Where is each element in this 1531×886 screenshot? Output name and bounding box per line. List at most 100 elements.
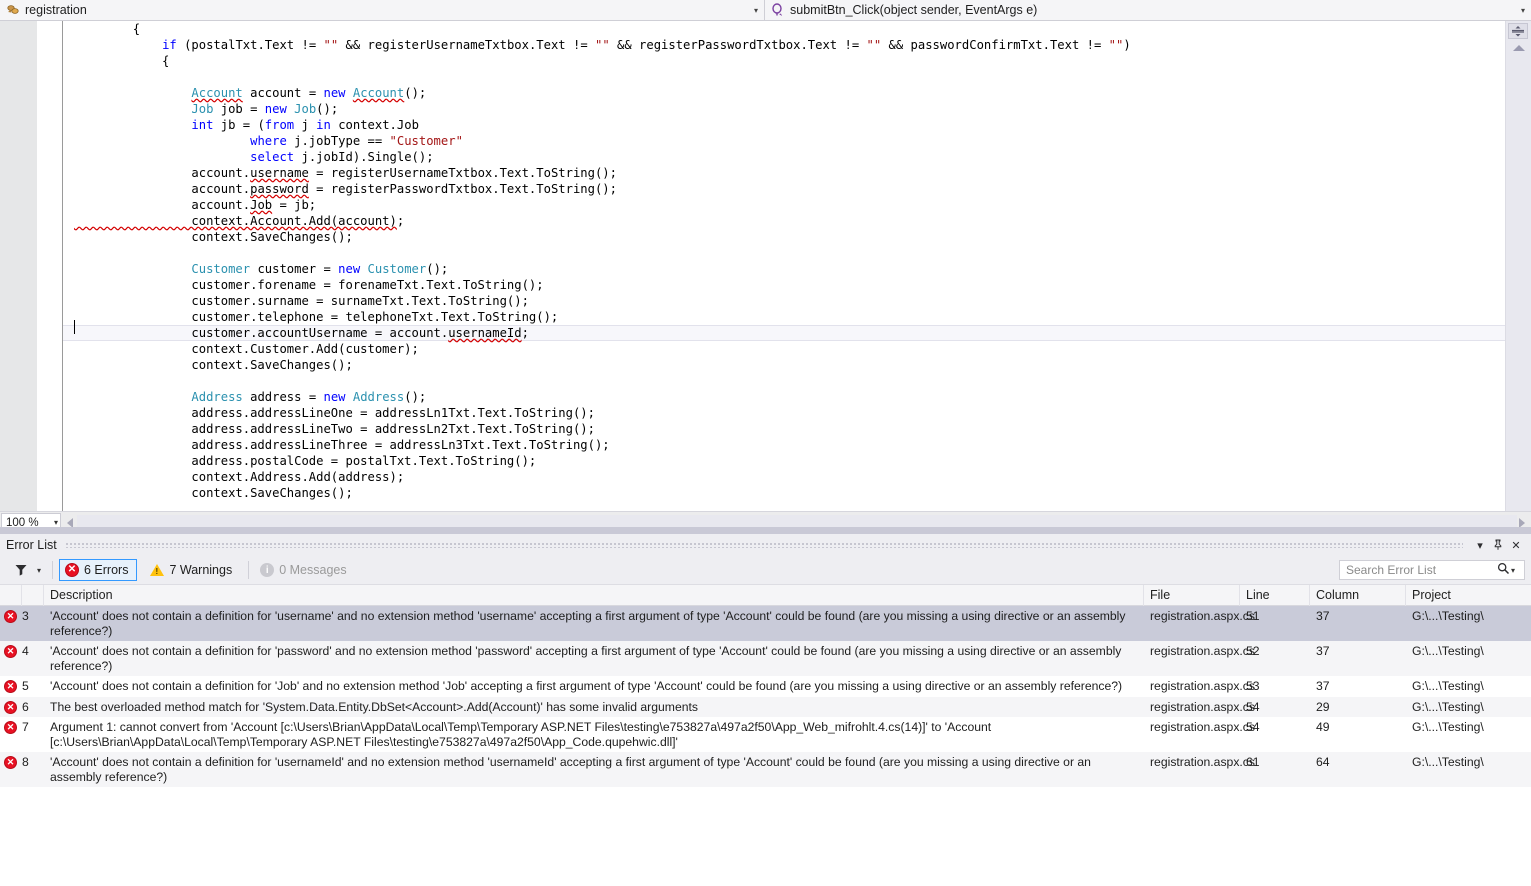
code-line[interactable]: int jb = (from j in context.Job [63, 117, 1505, 133]
error-icon: ✕ [0, 641, 22, 676]
scroll-right-arrow[interactable] [1519, 517, 1525, 528]
error-list-toolbar: ▾ ✕ 6 Errors 7 Warnings i 0 Messages Sea… [0, 556, 1531, 585]
code-line[interactable]: context.Address.Add(address); [63, 469, 1505, 485]
code-text-area[interactable]: { if (postalTxt.Text != "" && registerUs… [63, 21, 1505, 511]
search-error-list-input[interactable]: Search Error List ▾ [1339, 560, 1525, 580]
code-token: Customer [191, 262, 251, 276]
column-header-severity[interactable] [0, 584, 22, 606]
glyph-margin [37, 21, 62, 511]
code-line[interactable] [63, 69, 1505, 85]
code-line[interactable]: customer.accountUsername = account.usern… [63, 325, 1505, 341]
code-line[interactable]: account.Job = jb; [63, 197, 1505, 213]
code-line[interactable]: customer.telephone = telephoneTxt.Text.T… [63, 309, 1505, 325]
filter-chevron-down-icon[interactable]: ▾ [32, 566, 46, 575]
panel-menu-chevron-icon[interactable]: ▾ [1471, 536, 1489, 554]
column-header-column[interactable]: Column [1310, 584, 1406, 606]
code-line[interactable]: if (postalTxt.Text != "" && registerUser… [63, 37, 1505, 53]
code-line[interactable]: address.addressLineOne = addressLn1Txt.T… [63, 405, 1505, 421]
code-line[interactable]: address.addressLineThree = addressLn3Txt… [63, 437, 1505, 453]
code-token: { [74, 22, 141, 36]
pin-icon[interactable] [1489, 536, 1507, 554]
code-line[interactable]: Job job = new Job(); [63, 101, 1505, 117]
code-line[interactable]: address.postalCode = postalTxt.Text.ToSt… [63, 453, 1505, 469]
scroll-up-arrow[interactable] [1513, 45, 1525, 51]
error-list-titlebar[interactable]: Error List ▾ ✕ [0, 534, 1531, 556]
messages-filter-label: 0 Messages [279, 563, 347, 577]
member-navigation-bar[interactable]: submitBtn_Click(object sender, EventArgs… [765, 0, 1531, 21]
indicator-margin[interactable] [0, 21, 37, 511]
table-row[interactable]: ✕ 8 'Account' does not contain a definitio… [0, 752, 1531, 787]
table-row[interactable]: ✕ 5 'Account' does not contain a definitio… [0, 676, 1531, 697]
close-icon[interactable]: ✕ [1507, 536, 1525, 554]
code-token: address.postalCode = postalTxt.Text.ToSt… [74, 454, 537, 468]
code-line[interactable]: Customer customer = new Customer(); [63, 261, 1505, 277]
code-line[interactable]: context.Account.Add(account); [63, 213, 1505, 229]
code-line[interactable]: context.SaveChanges(); [63, 357, 1505, 373]
column-header-file[interactable]: File [1144, 584, 1240, 606]
code-token: where [250, 134, 287, 148]
code-line[interactable]: context.Customer.Add(customer); [63, 341, 1505, 357]
split-view-button[interactable] [1508, 23, 1528, 39]
code-token: job = [213, 102, 265, 116]
chevron-down-icon[interactable]: ▾ [1515, 6, 1531, 15]
code-token: = registerUsernameTxtbox.Text.ToString()… [308, 166, 617, 180]
filter-icon[interactable] [10, 563, 32, 577]
table-row[interactable]: ✕ 7 Argument 1: cannot convert from 'Accou… [0, 717, 1531, 752]
code-line[interactable]: Account account = new Account(); [63, 85, 1505, 101]
code-line[interactable]: customer.surname = surnameTxt.Text.ToStr… [63, 293, 1505, 309]
column-header-project[interactable]: Project [1406, 585, 1531, 606]
search-icon[interactable] [1497, 562, 1511, 578]
code-token: Job [294, 102, 317, 116]
panel-splitter[interactable] [0, 527, 1531, 534]
error-list-rows[interactable]: ✕ 3 'Account' does not contain a definitio… [0, 606, 1531, 886]
error-list-column-headers: Description File Line Column Project [0, 584, 1531, 606]
code-line[interactable]: where j.jobType == "Customer" [63, 133, 1505, 149]
messages-filter-button[interactable]: i 0 Messages [255, 559, 354, 581]
column-header-line[interactable]: Line [1240, 584, 1310, 606]
chevron-down-icon[interactable]: ▾ [748, 6, 764, 15]
warnings-filter-button[interactable]: 7 Warnings [145, 559, 240, 581]
code-line[interactable]: Address address = new Address(); [63, 389, 1505, 405]
code-token: context.SaveChanges(); [74, 230, 353, 244]
error-description: 'Account' does not contain a definition … [50, 755, 1091, 784]
code-token: address = [242, 390, 324, 404]
code-line[interactable]: select j.jobId).Single(); [63, 149, 1505, 165]
chevron-down-icon[interactable]: ▾ [54, 518, 58, 527]
table-row[interactable]: ✕ 4 'Account' does not contain a definitio… [0, 641, 1531, 676]
code-line[interactable]: context.SaveChanges(); [63, 485, 1505, 501]
editor-vertical-scrollbar[interactable] [1505, 21, 1531, 511]
code-line[interactable] [63, 245, 1505, 261]
code-line[interactable]: { [63, 53, 1505, 69]
scroll-left-arrow[interactable] [67, 517, 73, 528]
code-token: { [74, 54, 170, 68]
code-token: j [294, 118, 317, 132]
error-number: 5 [22, 679, 29, 693]
code-editor[interactable]: { if (postalTxt.Text != "" && registerUs… [0, 21, 1531, 511]
code-line[interactable]: { [63, 21, 1505, 37]
table-row[interactable]: ✕ 6 The best overloaded method match for '… [0, 696, 1531, 717]
code-line[interactable]: account.password = registerPasswordTxtbo… [63, 181, 1505, 197]
code-token: (postalTxt.Text != [176, 38, 324, 52]
code-token: customer.surname = surnameTxt.Text.ToStr… [74, 294, 529, 308]
code-line[interactable]: context.SaveChanges(); [63, 229, 1505, 245]
error-description: 'Account' does not contain a definition … [50, 679, 1123, 693]
errors-filter-button[interactable]: ✕ 6 Errors [59, 559, 138, 581]
error-number: 8 [22, 755, 29, 769]
column-header-description[interactable]: Description [44, 584, 1144, 606]
column-header-number[interactable] [22, 584, 44, 606]
code-line[interactable]: address.addressLineTwo = addressLn2Txt.T… [63, 421, 1505, 437]
search-options-chevron-icon[interactable]: ▾ [1511, 566, 1521, 575]
code-line[interactable] [63, 373, 1505, 389]
table-row[interactable]: ✕ 3 'Account' does not contain a definitio… [0, 606, 1531, 641]
type-navigation-bar[interactable]: registration ▾ [0, 0, 765, 21]
visual-studio-window: registration ▾ submitBtn_Click(object se… [0, 0, 1531, 886]
code-line[interactable]: account.username = registerUsernameTxtbo… [63, 165, 1505, 181]
code-line[interactable]: customer.forename = forenameTxt.Text.ToS… [63, 277, 1505, 293]
code-token: j.jobId).Single(); [294, 150, 434, 164]
error-column: 64 [1316, 755, 1330, 769]
code-token: (); [404, 390, 427, 404]
error-file: registration.aspx.cs [1150, 755, 1255, 769]
code-token: && passwordConfirmTxt.Text != [881, 38, 1109, 52]
